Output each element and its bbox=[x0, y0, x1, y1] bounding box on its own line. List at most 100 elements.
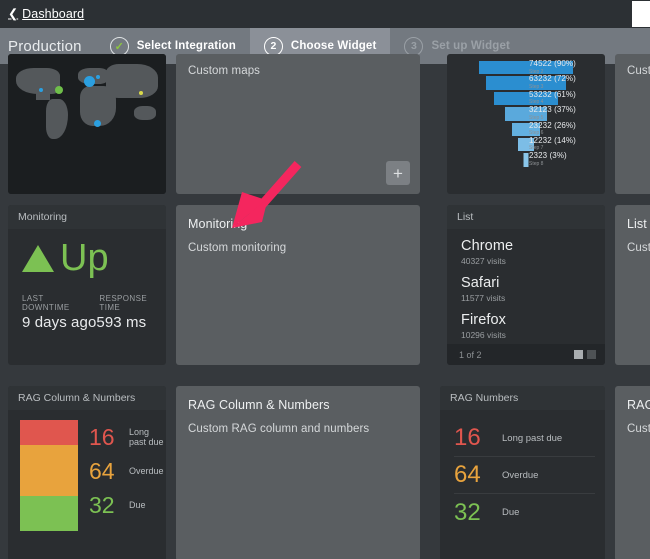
wizard-step-1-label: Select Integration bbox=[136, 40, 236, 52]
map-body bbox=[8, 54, 166, 194]
rag-label: Long past due bbox=[129, 426, 164, 447]
rag-column-content: 16 Long past due 64 Overdue 32 Due bbox=[8, 410, 166, 531]
rag-numbers-body: 16 Long past due 64 Overdue 32 Due bbox=[440, 410, 605, 531]
funnel-bar bbox=[523, 153, 529, 167]
widget-option-partial-row1-subtitle: Custo bbox=[627, 65, 650, 77]
funnel-row: 23232 (26%) Step 6 bbox=[451, 120, 601, 137]
map-dot-asia bbox=[139, 91, 143, 95]
widget-option-monitoring-title: Monitoring bbox=[188, 217, 248, 231]
rag-numbers-row: 16 Long past due bbox=[454, 420, 595, 457]
wizard-step-2-label: Choose Widget bbox=[290, 40, 377, 52]
widget-option-partial-list[interactable]: List Custo bbox=[615, 205, 650, 365]
funnel-row: 74522 (90%) Step 2 bbox=[451, 59, 601, 75]
funnel-row: 63232 (72%) Step 3 bbox=[451, 74, 601, 90]
widget-option-partial-rag-title: RAG I bbox=[627, 398, 650, 412]
widget-option-partial-rag-subtitle: Custo bbox=[627, 423, 650, 435]
monitoring-card-title: Monitoring bbox=[8, 205, 166, 229]
rag-numbers-rows: 16 Long past due 64 Overdue 32 Due bbox=[440, 410, 605, 531]
widget-option-rag-column-title: RAG Column & Numbers bbox=[188, 398, 330, 412]
monitoring-body: Up LAST DOWNTIME RESPONSE TIME 9 days ag… bbox=[8, 229, 166, 331]
rag-segment-overdue bbox=[20, 445, 78, 496]
step-number-2: 2 bbox=[263, 36, 283, 56]
continent-australia bbox=[134, 106, 156, 120]
back-to-dashboard-label: Dashboard bbox=[22, 7, 85, 21]
widget-preview-monitoring[interactable]: Monitoring Up LAST DOWNTIME RESPONSE TIM… bbox=[8, 205, 166, 365]
pagination-page-2[interactable] bbox=[587, 350, 596, 359]
funnel-row: 53232 (61%) Step 4 bbox=[451, 90, 601, 106]
funnel-step-label: Step 8 bbox=[529, 160, 544, 167]
widget-preview-map[interactable] bbox=[8, 54, 166, 194]
funnel-row: 2323 (3%) Step 8 bbox=[451, 151, 601, 167]
list-item-name: Chrome bbox=[461, 238, 514, 254]
widget-preview-list[interactable]: List Chrome 40327 visits Safari 11577 vi… bbox=[447, 205, 605, 365]
wizard-step-3-label: Set up Widget bbox=[431, 40, 510, 52]
list-body: Chrome 40327 visits Safari 11577 visits … bbox=[447, 229, 605, 340]
list-pagination[interactable] bbox=[574, 350, 596, 359]
rag-value: 32 bbox=[454, 498, 481, 526]
widget-option-partial-list-subtitle: Custo bbox=[627, 242, 650, 254]
widget-gallery: Custom maps + 74522 (90%) Step 2 63232 (… bbox=[0, 54, 650, 559]
response-time-key: RESPONSE TIME bbox=[99, 294, 148, 313]
funnel-value-label: 32123 (37%) bbox=[529, 105, 576, 115]
rag-label: Long past due bbox=[502, 432, 563, 444]
rag-numbers-row: 64 Overdue bbox=[454, 457, 595, 494]
widget-option-partial-list-title: List bbox=[627, 217, 647, 231]
plus-icon[interactable]: + bbox=[386, 161, 410, 185]
rag-label: Overdue bbox=[129, 465, 164, 476]
monitoring-status: Up bbox=[8, 229, 166, 279]
rag-segment-due bbox=[20, 496, 78, 531]
funnel-value-label: 2323 (3%) bbox=[529, 151, 567, 161]
world-map bbox=[8, 54, 166, 194]
top-bar-right-panel[interactable] bbox=[632, 1, 650, 27]
widget-preview-rag-column[interactable]: RAG Column & Numbers 16 Long past due 64… bbox=[8, 386, 166, 559]
response-time-value: 593 ms bbox=[96, 314, 147, 332]
monitoring-status-label: Up bbox=[60, 237, 109, 279]
top-bar: ❮ Dashboard bbox=[0, 0, 650, 28]
widget-option-custom-maps[interactable]: Custom maps + bbox=[176, 54, 420, 194]
monitoring-meta-keys: LAST DOWNTIME RESPONSE TIME bbox=[8, 275, 166, 312]
chevron-left-icon: ❮ bbox=[8, 6, 19, 21]
pagination-page-1[interactable] bbox=[574, 350, 583, 359]
rag-column-card-title: RAG Column & Numbers bbox=[8, 386, 166, 410]
widget-option-rag-column[interactable]: RAG Column & Numbers Custom RAG column a… bbox=[176, 386, 420, 559]
list-pager-label: 1 of 2 bbox=[459, 349, 482, 360]
step-number-3: 3 bbox=[404, 36, 424, 56]
widget-preview-funnel[interactable]: 74522 (90%) Step 2 63232 (72%) Step 3 53… bbox=[447, 54, 605, 194]
widget-option-monitoring-subtitle: Custom monitoring bbox=[188, 242, 287, 254]
continent-asia bbox=[106, 64, 158, 98]
rag-column-rows: 16 Long past due 64 Overdue 32 Due bbox=[87, 420, 166, 531]
list-item: Chrome 40327 visits bbox=[447, 229, 605, 266]
rag-label: Due bbox=[502, 507, 520, 518]
rag-value: 32 bbox=[89, 491, 115, 518]
list-item-name: Safari bbox=[461, 275, 500, 291]
map-dot-us-west bbox=[39, 88, 43, 92]
list-card-title: List bbox=[447, 205, 605, 229]
map-dot-us-east bbox=[55, 86, 63, 94]
list-item: Firefox 10296 visits bbox=[447, 303, 605, 340]
widget-preview-rag-numbers[interactable]: RAG Numbers 16 Long past due 64 Overdue … bbox=[440, 386, 605, 559]
widget-option-partial-row1[interactable]: Custo bbox=[615, 54, 650, 194]
map-dot-south-africa bbox=[94, 120, 101, 127]
map-dot-north-europe bbox=[96, 75, 100, 79]
list-item-name: Firefox bbox=[461, 312, 507, 328]
list-footer: 1 of 2 bbox=[447, 344, 605, 365]
widget-option-partial-rag[interactable]: RAG I Custo bbox=[615, 386, 650, 559]
widget-option-monitoring[interactable]: Monitoring Custom monitoring bbox=[176, 205, 420, 365]
continent-central-america bbox=[36, 90, 50, 100]
funnel-value-label: 74522 (90%) bbox=[529, 59, 576, 68]
rag-value: 16 bbox=[454, 424, 481, 451]
funnel-row: 12232 (14%) Step 7 bbox=[451, 136, 601, 152]
rag-value: 16 bbox=[89, 423, 115, 450]
rag-segment-long-past-due bbox=[20, 420, 78, 445]
step-check-icon: ✓ bbox=[109, 36, 129, 56]
widget-option-custom-maps-subtitle: Custom maps bbox=[188, 65, 261, 77]
triangle-up-icon bbox=[22, 244, 54, 272]
rag-value: 64 bbox=[454, 461, 481, 488]
list-item-sub: 11577 visits bbox=[461, 293, 506, 303]
back-to-dashboard-link[interactable]: ❮ Dashboard bbox=[0, 7, 84, 21]
widget-option-rag-column-subtitle: Custom RAG column and numbers bbox=[188, 423, 370, 435]
list-item-sub: 40327 visits bbox=[461, 256, 506, 266]
rag-row: 64 Overdue bbox=[87, 454, 166, 488]
list-item: Safari 11577 visits bbox=[447, 266, 605, 303]
funnel-value-label: 23232 (26%) bbox=[529, 120, 576, 130]
